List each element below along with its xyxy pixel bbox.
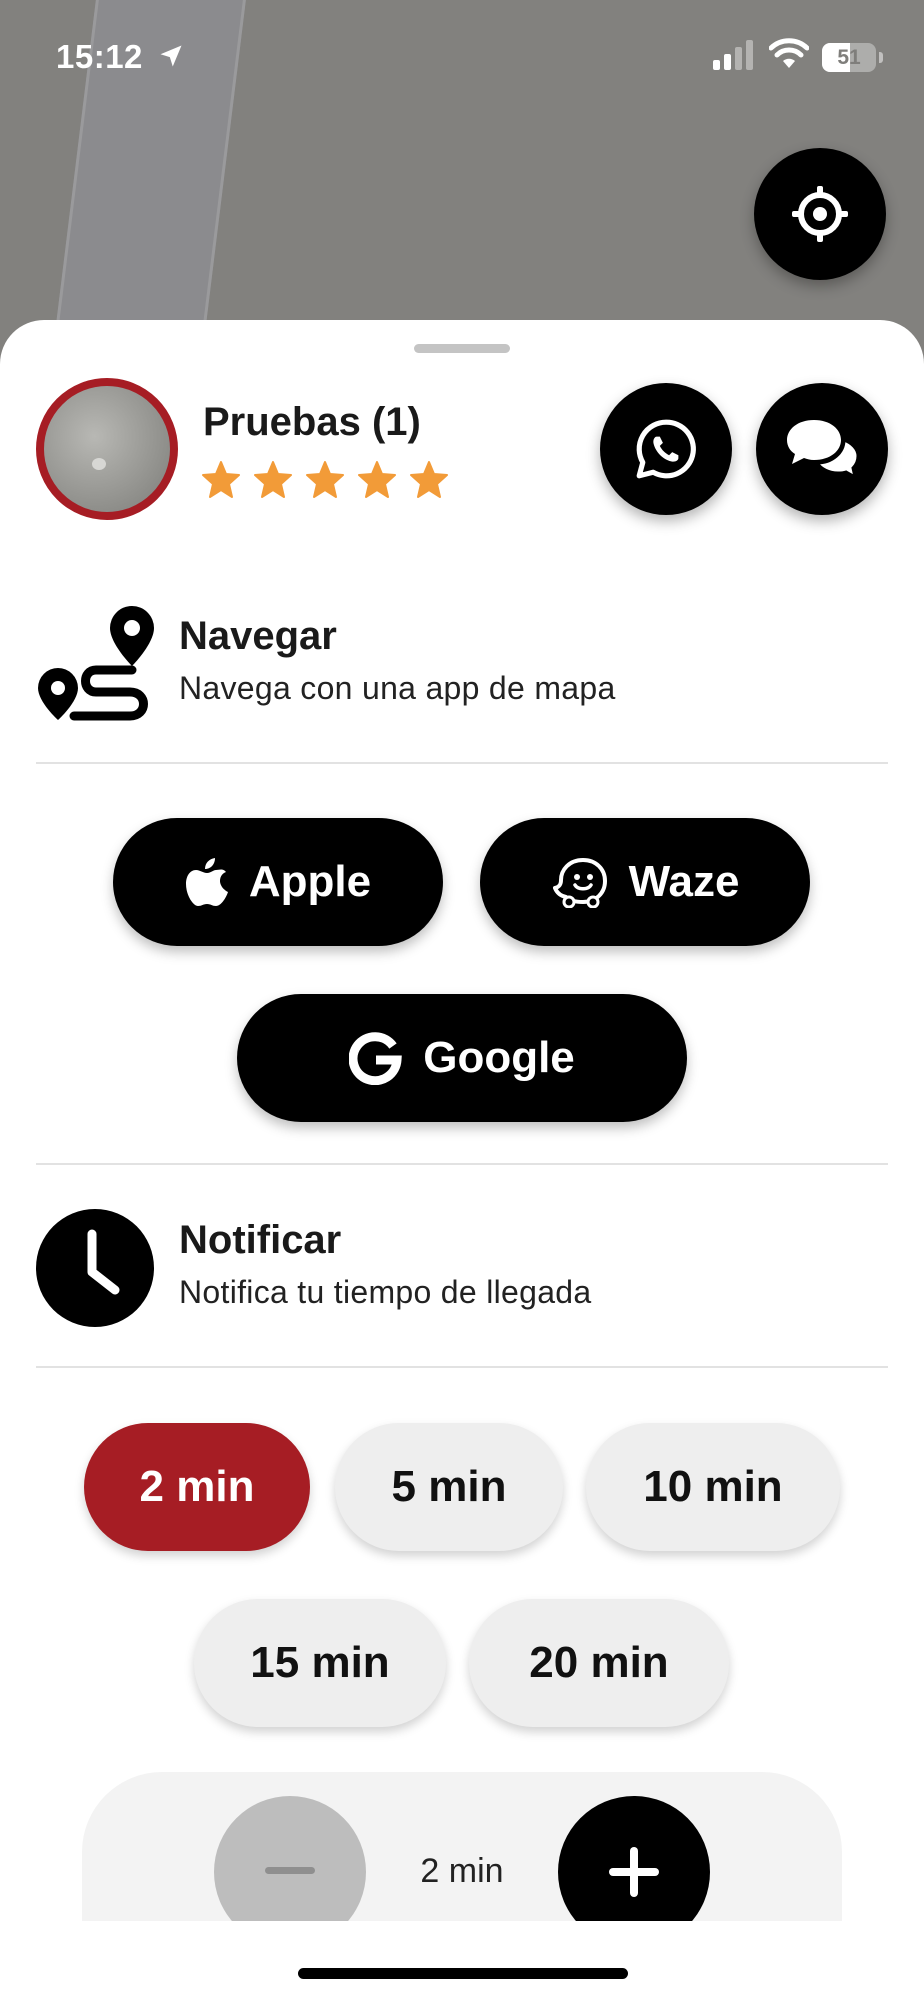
crosshair-icon — [792, 186, 848, 242]
apple-maps-label: Apple — [248, 857, 372, 906]
time-option-20-min[interactable]: 20 min — [469, 1599, 729, 1727]
divider — [36, 762, 888, 764]
notify-title: Notificar — [179, 1218, 342, 1262]
battery-icon: 51 — [822, 43, 876, 72]
notify-section: Notificar Notifica tu tiempo de llegada — [0, 1204, 924, 1334]
status-bar: 15:12 51 — [0, 0, 924, 120]
star-icon — [202, 461, 240, 498]
star-icon — [306, 461, 344, 498]
sheet-drag-handle[interactable] — [414, 344, 510, 353]
star-icon — [254, 461, 292, 498]
sheet-bottom-area — [0, 1921, 924, 2000]
time-option-5-min[interactable]: 5 min — [335, 1423, 563, 1551]
stepper-value: 2 min — [420, 1852, 504, 1890]
google-maps-label: Google — [423, 1033, 575, 1082]
location-arrow-icon — [160, 45, 182, 67]
google-maps-button[interactable]: Google — [237, 994, 687, 1122]
time-option-label: 5 min — [391, 1462, 507, 1511]
time-option-10-min[interactable]: 10 min — [586, 1423, 840, 1551]
apple-maps-button[interactable]: Apple — [113, 818, 443, 946]
route-icon — [38, 606, 154, 721]
whatsapp-button[interactable] — [600, 383, 732, 515]
time-option-15-min[interactable]: 15 min — [194, 1599, 446, 1727]
status-time: 15:12 — [56, 38, 143, 75]
driver-name: Pruebas (1) — [203, 400, 421, 444]
battery-percentage: 51 — [837, 46, 861, 69]
chat-button[interactable] — [756, 383, 888, 515]
google-icon — [349, 1032, 403, 1085]
whatsapp-icon — [636, 419, 696, 479]
time-option-label: 15 min — [250, 1638, 390, 1687]
home-indicator[interactable] — [298, 1968, 628, 1979]
divider — [36, 1163, 888, 1165]
cellular-signal-icon — [713, 40, 753, 70]
apple-icon — [185, 858, 228, 906]
waze-label: Waze — [628, 857, 740, 906]
locate-me-button[interactable] — [754, 148, 886, 280]
wifi-icon — [769, 38, 809, 68]
notify-subtitle: Notifica tu tiempo de llegada — [179, 1274, 592, 1310]
navigate-title: Navegar — [179, 614, 337, 658]
chat-bubbles-icon — [787, 420, 860, 480]
avatar — [36, 378, 178, 520]
time-option-2-min[interactable]: 2 min — [84, 1423, 310, 1551]
time-option-label: 20 min — [529, 1638, 669, 1687]
time-option-label: 10 min — [643, 1462, 783, 1511]
avatar-photo-detail — [92, 458, 106, 470]
battery-tip — [879, 52, 883, 63]
bottom-sheet: Pruebas (1) Navegar Navega con una app d… — [0, 320, 924, 2000]
star-icon — [358, 461, 396, 498]
clock-icon — [36, 1209, 154, 1327]
navigate-section: Navegar Navega con una app de mapa — [0, 600, 924, 730]
rating-stars — [201, 460, 449, 500]
navigate-subtitle: Navega con una app de mapa — [179, 670, 616, 706]
time-option-label: 2 min — [139, 1462, 255, 1511]
waze-icon — [552, 858, 607, 908]
plus-icon — [609, 1847, 659, 1897]
waze-button[interactable]: Waze — [480, 818, 810, 946]
divider — [36, 1366, 888, 1368]
star-icon — [410, 461, 448, 498]
